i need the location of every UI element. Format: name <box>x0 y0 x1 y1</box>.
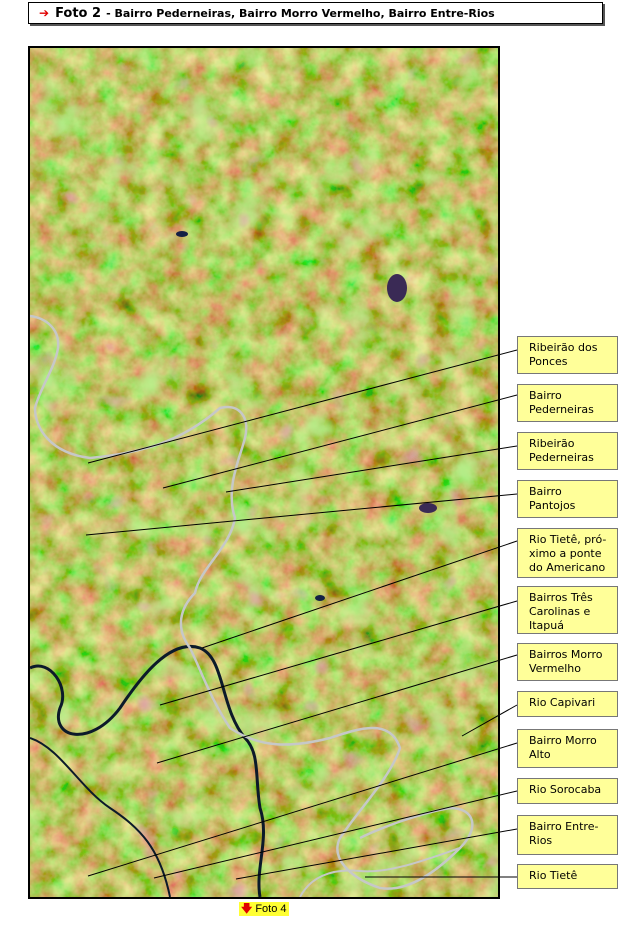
label-bairro-pantojos: Bairro Pantojos <box>517 480 618 518</box>
label-bairro-pederneiras: Bairro Pederneiras <box>517 384 618 422</box>
label-bairro-entre-rios: Bairro Entre-Rios <box>517 815 618 855</box>
satellite-image <box>28 46 500 899</box>
label-bairros-tres-carolinas: Bairros Três Carolinas e Itapuá <box>517 586 618 634</box>
label-rio-tiete: Rio Tietê <box>517 864 618 889</box>
foto4-link-label: Foto 4 <box>255 903 287 915</box>
label-bairros-morro-vermelho: Bairros Morro Vermelho <box>517 643 618 681</box>
photo-title: Foto 2 <box>55 5 102 21</box>
label-bairro-morro-alto: Bairro Morro Alto <box>517 729 618 768</box>
red-right-arrow-icon: ➔ <box>39 6 50 20</box>
label-rio-capivari: Rio Capivari <box>517 691 618 717</box>
label-ribeirao-pederneiras: Ribeirão Pederneiras <box>517 432 618 470</box>
label-rio-tiete-ponte: Rio Tietê, pró- ximo a ponte do American… <box>517 528 618 578</box>
label-rio-sorocaba: Rio Sorocaba <box>517 778 618 804</box>
photo-subtitle: - Bairro Pederneiras, Bairro Morro Verme… <box>106 6 495 20</box>
label-ribeirao-dos-ponces: Ribeirão dos Ponces <box>517 336 618 374</box>
foto4-link[interactable]: 🡇 Foto 4 <box>239 902 289 916</box>
satellite-map-svg <box>30 48 498 897</box>
red-down-arrow-icon: 🡇 <box>241 903 253 915</box>
page-header: ➔ Foto 2 - Bairro Pederneiras, Bairro Mo… <box>28 2 603 24</box>
